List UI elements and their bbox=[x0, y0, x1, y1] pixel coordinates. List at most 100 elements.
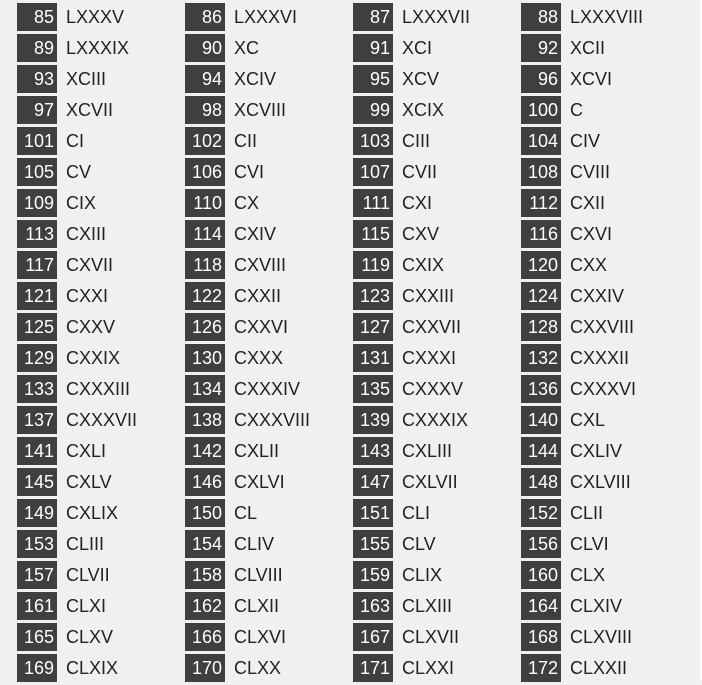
number-badge: 112 bbox=[521, 189, 561, 217]
roman-numeral: CLIV bbox=[234, 534, 275, 554]
list-item: 148 CXLVIII bbox=[521, 468, 689, 496]
number-badge: 100 bbox=[521, 96, 561, 124]
roman-numeral: CLXI bbox=[66, 596, 107, 616]
number-badge: 115 bbox=[353, 220, 393, 248]
roman-numeral: CXIX bbox=[402, 255, 445, 275]
number-badge: 101 bbox=[17, 127, 57, 155]
roman-numeral: LXXXIX bbox=[66, 38, 130, 58]
roman-numeral: CXXX bbox=[234, 348, 284, 368]
number-badge: 93 bbox=[17, 65, 57, 93]
number-badge: 146 bbox=[185, 468, 225, 496]
number-badge: 133 bbox=[17, 375, 57, 403]
list-item: 117 CXVII bbox=[17, 251, 185, 279]
number-badge: 111 bbox=[353, 189, 393, 217]
roman-numeral: CXLVI bbox=[234, 472, 285, 492]
list-item: 103 CIII bbox=[353, 127, 521, 155]
list-item: 162 CLXII bbox=[185, 592, 353, 620]
roman-numeral: XCIX bbox=[402, 100, 445, 120]
number-badge: 164 bbox=[521, 592, 561, 620]
roman-numeral: XCVII bbox=[66, 100, 114, 120]
number-badge: 168 bbox=[521, 623, 561, 651]
roman-numeral: CIII bbox=[402, 131, 431, 151]
list-item: 92 XCII bbox=[521, 34, 689, 62]
roman-numeral: CVII bbox=[402, 162, 438, 182]
number-badge: 123 bbox=[353, 282, 393, 310]
list-item: 134 CXXXIV bbox=[185, 375, 353, 403]
number-badge: 122 bbox=[185, 282, 225, 310]
roman-numeral: CLIX bbox=[402, 565, 443, 585]
roman-numeral: CXLV bbox=[66, 472, 112, 492]
roman-numeral: CXLVII bbox=[402, 472, 458, 492]
roman-numeral: CXVII bbox=[66, 255, 114, 275]
list-item: 119 CXIX bbox=[353, 251, 521, 279]
number-badge: 128 bbox=[521, 313, 561, 341]
list-item: 116 CXVI bbox=[521, 220, 689, 248]
list-item: 132 CXXXII bbox=[521, 344, 689, 372]
list-item: 110 CX bbox=[185, 189, 353, 217]
roman-numeral: CLXXII bbox=[570, 658, 628, 678]
list-item: 169 CLXIX bbox=[17, 654, 185, 682]
roman-numeral: CXLIX bbox=[66, 503, 119, 523]
roman-numeral: CXXVII bbox=[402, 317, 462, 337]
number-badge: 97 bbox=[17, 96, 57, 124]
list-item: 138 CXXXVIII bbox=[185, 406, 353, 434]
roman-numeral: XCVIII bbox=[234, 100, 287, 120]
numeral-grid: 85 LXXXV 86 LXXXVI 87 LXXXVII 88 LXXXVIII 89 LXXX… bbox=[17, 3, 689, 685]
roman-numeral: CXXXIX bbox=[402, 410, 469, 430]
list-item: 129 CXXIX bbox=[17, 344, 185, 372]
number-badge: 159 bbox=[353, 561, 393, 589]
list-item: 118 CXVIII bbox=[185, 251, 353, 279]
list-item: 141 CXLI bbox=[17, 437, 185, 465]
list-item: 106 CVI bbox=[185, 158, 353, 186]
number-badge: 152 bbox=[521, 499, 561, 527]
list-item: 145 CXLV bbox=[17, 468, 185, 496]
list-item: 158 CLVIII bbox=[185, 561, 353, 589]
roman-numeral: XC bbox=[234, 38, 260, 58]
number-badge: 127 bbox=[353, 313, 393, 341]
number-badge: 96 bbox=[521, 65, 561, 93]
number-badge: 148 bbox=[521, 468, 561, 496]
number-badge: 125 bbox=[17, 313, 57, 341]
roman-numeral: CLXVI bbox=[234, 627, 287, 647]
number-badge: 139 bbox=[353, 406, 393, 434]
number-badge: 124 bbox=[521, 282, 561, 310]
list-item: 123 CXXIII bbox=[353, 282, 521, 310]
list-item: 151 CLI bbox=[353, 499, 521, 527]
list-item: 161 CLXI bbox=[17, 592, 185, 620]
roman-numeral: XCV bbox=[402, 69, 440, 89]
number-badge: 94 bbox=[185, 65, 225, 93]
list-item: 133 CXXXIII bbox=[17, 375, 185, 403]
roman-numeral: CLX bbox=[570, 565, 606, 585]
list-item: 149 CXLIX bbox=[17, 499, 185, 527]
list-item: 171 CLXXI bbox=[353, 654, 521, 682]
list-item: 131 CXXXI bbox=[353, 344, 521, 372]
number-badge: 120 bbox=[521, 251, 561, 279]
number-badge: 110 bbox=[185, 189, 225, 217]
roman-numeral: CLXV bbox=[66, 627, 114, 647]
number-badge: 165 bbox=[17, 623, 57, 651]
list-item: 105 CV bbox=[17, 158, 185, 186]
list-item: 120 CXX bbox=[521, 251, 689, 279]
roman-numeral: CXIV bbox=[234, 224, 277, 244]
number-badge: 109 bbox=[17, 189, 57, 217]
list-item: 128 CXXVIII bbox=[521, 313, 689, 341]
number-badge: 136 bbox=[521, 375, 561, 403]
roman-numeral: CL bbox=[234, 503, 258, 523]
list-item: 163 CLXIII bbox=[353, 592, 521, 620]
list-item: 98 XCVIII bbox=[185, 96, 353, 124]
number-badge: 88 bbox=[521, 3, 561, 31]
number-badge: 86 bbox=[185, 3, 225, 31]
roman-numeral: CV bbox=[66, 162, 92, 182]
roman-numeral: CLVIII bbox=[234, 565, 283, 585]
list-item: 93 XCIII bbox=[17, 65, 185, 93]
roman-numeral: XCVI bbox=[570, 69, 613, 89]
number-badge: 170 bbox=[185, 654, 225, 682]
number-badge: 154 bbox=[185, 530, 225, 558]
list-item: 140 CXL bbox=[521, 406, 689, 434]
number-badge: 98 bbox=[185, 96, 225, 124]
roman-numeral: CII bbox=[234, 131, 258, 151]
number-badge: 85 bbox=[17, 3, 57, 31]
number-badge: 135 bbox=[353, 375, 393, 403]
list-item: 88 LXXXVIII bbox=[521, 3, 689, 31]
list-item: 94 XCIV bbox=[185, 65, 353, 93]
